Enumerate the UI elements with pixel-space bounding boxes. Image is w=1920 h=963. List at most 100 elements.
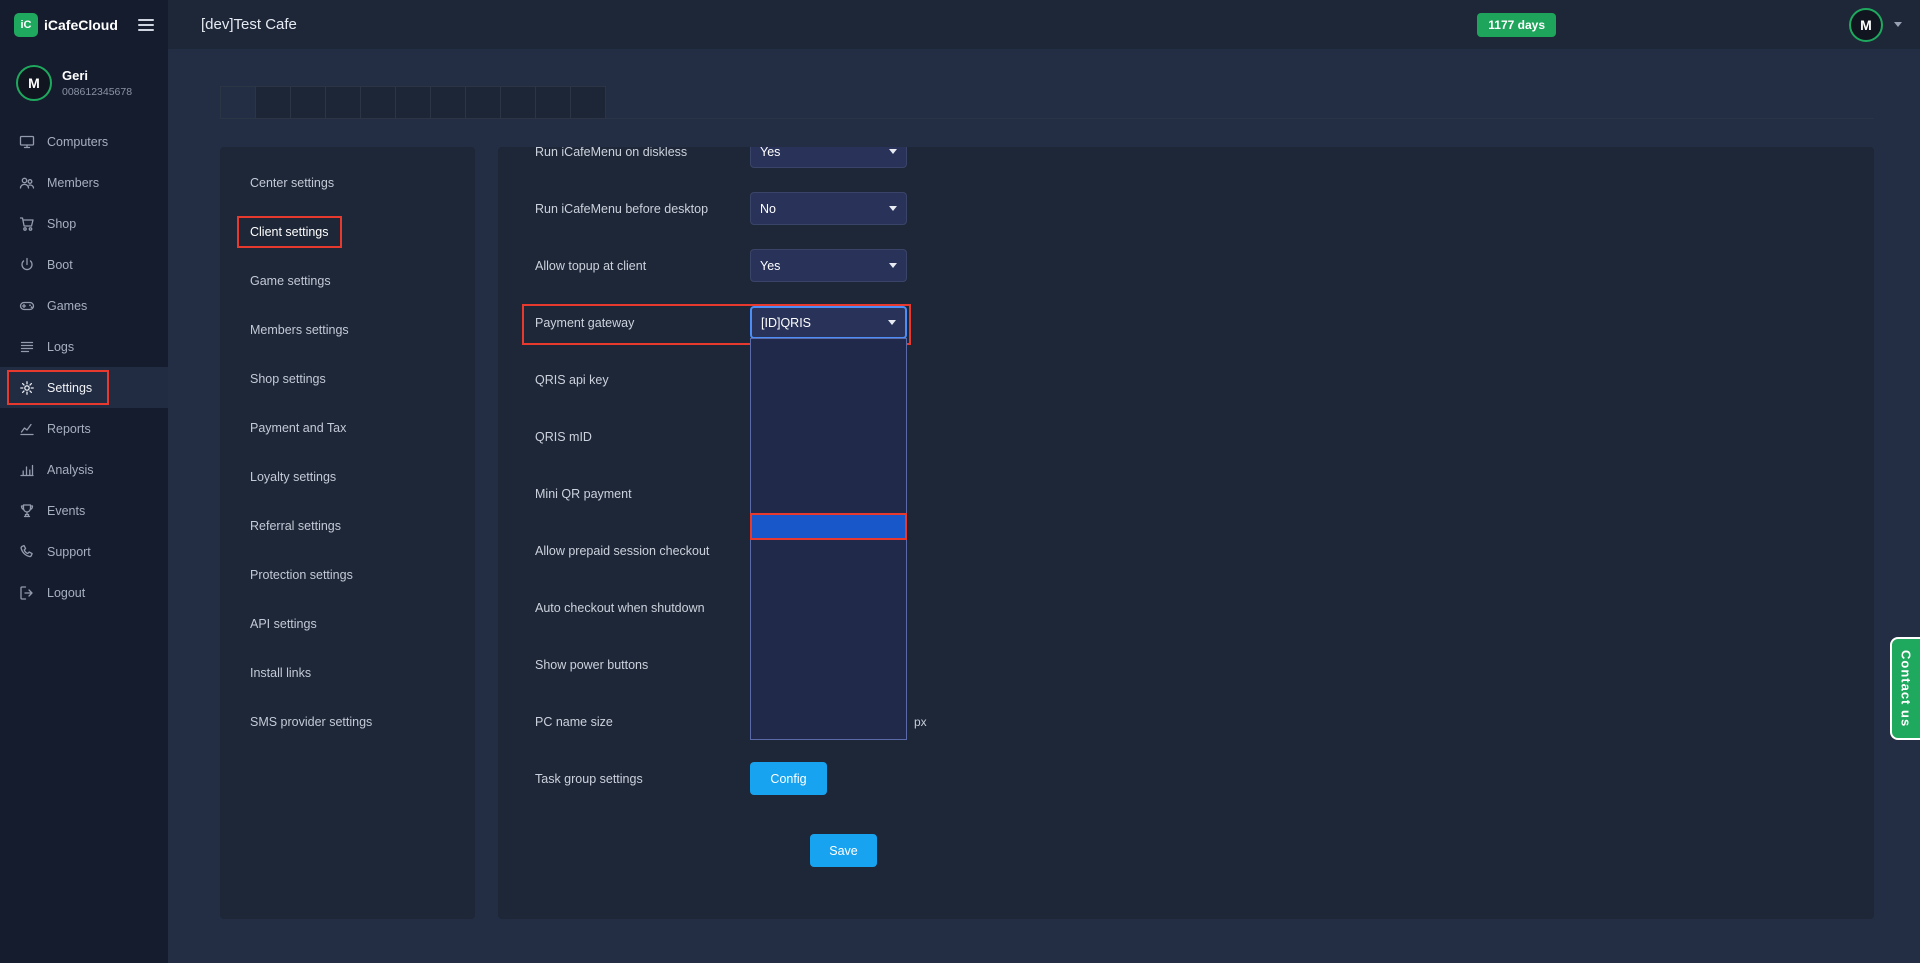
members-icon (19, 175, 35, 191)
form-rows: Run iCafeMenu on diskless Yes Yes Run iC… (498, 147, 1874, 919)
sidebar-item[interactable]: Logs (0, 326, 168, 367)
dropdown-option[interactable] (751, 714, 906, 739)
tab[interactable] (220, 86, 255, 119)
tab[interactable] (430, 86, 465, 119)
config-button[interactable]: Config (750, 762, 827, 795)
chevron-down-icon (889, 149, 897, 154)
select-field[interactable]: [ID]QRIS (750, 306, 907, 339)
save-button[interactable]: Save (810, 834, 877, 867)
settings-nav-label: Payment and Tax (237, 412, 359, 444)
settings-nav-label: Client settings (237, 216, 342, 248)
dropdown-option[interactable] (751, 589, 906, 614)
settings-nav-item[interactable]: Loyalty settings (220, 452, 475, 501)
sidebar-item[interactable]: Games (0, 285, 168, 326)
sidebar-item-label: Members (47, 176, 99, 190)
field-label: Allow prepaid session checkout (535, 544, 750, 558)
tab[interactable] (290, 86, 325, 119)
tab[interactable] (465, 86, 500, 119)
settings-nav-item[interactable]: Shop settings (220, 354, 475, 403)
sidebar-item[interactable]: Boot (0, 244, 168, 285)
chevron-down-icon (888, 320, 896, 325)
form-row: Task group settings Config (535, 750, 975, 807)
dropdown-option[interactable] (751, 389, 906, 414)
app-logo-text: iCafeCloud (44, 17, 118, 33)
settings-nav-item[interactable]: Game settings (220, 256, 475, 305)
sidebar-item[interactable]: Computers (0, 121, 168, 162)
field-label: Allow topup at client (535, 259, 750, 273)
dropdown-option[interactable] (751, 664, 906, 689)
settings-nav-item[interactable]: Protection settings (220, 550, 475, 599)
dropdown-option[interactable] (751, 464, 906, 489)
app-logo[interactable]: iC iCafeCloud (14, 13, 118, 37)
field-label: Run iCafeMenu before desktop (535, 202, 750, 216)
form-row: Run iCafeMenu before desktop No No (535, 180, 975, 237)
settings-nav-item[interactable]: Payment and Tax (220, 403, 475, 452)
settings-nav-label: Referral settings (237, 510, 354, 542)
app-logo-icon: iC (14, 13, 38, 37)
field-label: Show power buttons (535, 658, 750, 672)
dropdown-option[interactable] (751, 364, 906, 389)
settings-nav-label: Shop settings (237, 363, 339, 395)
user-avatar[interactable]: M (1849, 8, 1883, 42)
avatar-chevron-icon[interactable] (1894, 22, 1902, 27)
dropdown-option[interactable] (751, 564, 906, 589)
settings-nav-item[interactable]: API settings (220, 599, 475, 648)
tab[interactable] (360, 86, 395, 119)
dropdown-option[interactable] (751, 414, 906, 439)
field-label: QRIS api key (535, 373, 750, 387)
dropdown-option[interactable] (751, 439, 906, 464)
tab[interactable] (570, 86, 606, 119)
sidebar-item-label: Logs (47, 340, 74, 354)
tab[interactable] (535, 86, 570, 119)
cafe-title: [dev]Test Cafe (201, 16, 297, 33)
settings-nav-label: SMS provider settings (237, 706, 385, 738)
sidebar-item-label: Shop (47, 217, 76, 231)
menu-toggle-icon[interactable] (138, 16, 154, 34)
sidebar-item[interactable]: Analysis (0, 449, 168, 490)
dropdown-option[interactable] (751, 614, 906, 639)
sidebar-item[interactable]: Shop (0, 203, 168, 244)
analysis-icon (19, 462, 35, 478)
settings-nav-item[interactable]: Install links (220, 648, 475, 697)
dropdown-option[interactable] (751, 514, 906, 539)
select-field[interactable]: No (750, 192, 907, 225)
gamepad-icon (19, 298, 35, 314)
field-label: Payment gateway (535, 316, 750, 330)
field-label: QRIS mID (535, 430, 750, 444)
settings-nav-item[interactable]: Members settings (220, 305, 475, 354)
sidebar-item[interactable]: Settings (0, 367, 168, 408)
settings-nav-item[interactable]: SMS provider settings (220, 697, 475, 746)
tab[interactable] (500, 86, 535, 119)
select-field[interactable]: Yes (750, 147, 907, 168)
dropdown-option[interactable] (751, 489, 906, 514)
events-icon (19, 503, 35, 519)
sidebar-item[interactable]: Events (0, 490, 168, 531)
settings-nav-label: Protection settings (237, 559, 366, 591)
field-label: Auto checkout when shutdown (535, 601, 750, 615)
tab[interactable] (255, 86, 290, 119)
sidebar-item-label: Reports (47, 422, 91, 436)
settings-nav-item[interactable]: Referral settings (220, 501, 475, 550)
contact-us-button[interactable]: Contact us (1890, 637, 1920, 740)
sidebar-item-label: Games (47, 299, 87, 313)
sidebar-item[interactable]: Support (0, 531, 168, 572)
settings-nav-item[interactable]: Client settings (220, 207, 475, 256)
field-suffix: px (914, 715, 927, 729)
tab[interactable] (395, 86, 430, 119)
settings-nav-item[interactable]: Center settings (220, 158, 475, 207)
sidebar-avatar[interactable]: M (16, 65, 52, 101)
days-remaining-badge[interactable]: 1177 days (1477, 13, 1556, 37)
dropdown-option[interactable] (751, 639, 906, 664)
sidebar-item[interactable]: Members (0, 162, 168, 203)
field-label: Mini QR payment (535, 487, 750, 501)
user-block: M Geri 008612345678 (0, 49, 168, 121)
sidebar-item-label: Computers (47, 135, 108, 149)
dropdown-option[interactable] (751, 689, 906, 714)
tab[interactable] (325, 86, 360, 119)
sidebar-item[interactable]: Reports (0, 408, 168, 449)
sidebar-item[interactable]: Logout (0, 572, 168, 613)
select-field[interactable]: Yes (750, 249, 907, 282)
dropdown-option[interactable] (751, 539, 906, 564)
dropdown-option[interactable] (751, 339, 906, 364)
sidebar-item-label: Support (47, 545, 91, 559)
